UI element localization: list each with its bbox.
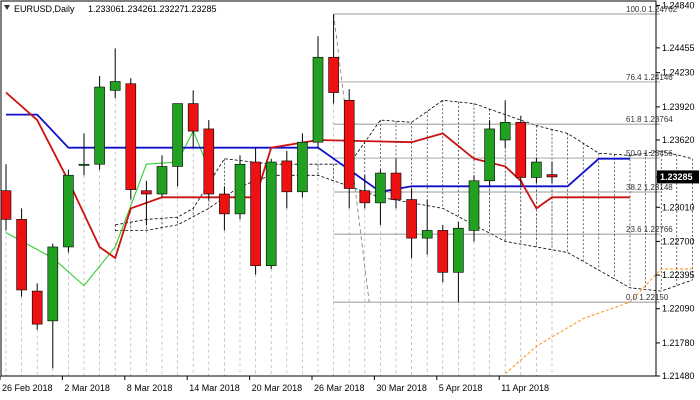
fib-level-label: 0.0 1.22150 xyxy=(626,293,669,302)
fib-level-label: 50.0 1.23456 xyxy=(626,149,673,158)
y-tick-label: 1.21780 xyxy=(662,338,695,348)
candle-body xyxy=(0,190,12,220)
candle-body xyxy=(109,81,121,91)
x-tick-label: 5 Apr 2018 xyxy=(439,383,483,393)
candle-body xyxy=(359,190,371,204)
candle-body xyxy=(31,290,43,325)
close-value: 1.23285 xyxy=(184,4,217,14)
candle-body xyxy=(390,172,402,200)
candle-body xyxy=(297,141,308,193)
candle-body xyxy=(453,227,464,273)
high-value: 1.23426 xyxy=(120,4,153,14)
symbol-label: EURUSD,Daily xyxy=(14,4,75,14)
candle-body xyxy=(437,230,449,273)
bull-candle xyxy=(63,169,74,253)
candle-body xyxy=(219,193,230,215)
bull-candle xyxy=(297,133,308,198)
fib-level-label: 23.6 1.22766 xyxy=(626,225,673,234)
x-tick-label: 2 Mar 2018 xyxy=(64,383,110,393)
candle-body xyxy=(343,99,355,189)
bear-candle xyxy=(16,208,27,297)
bull-candle xyxy=(265,158,277,270)
candle-body xyxy=(484,128,495,182)
low-value: 1.23227 xyxy=(152,4,185,14)
candle-body xyxy=(78,163,90,166)
bear-candle xyxy=(125,78,137,200)
y-tick-label: 1.23920 xyxy=(662,102,695,112)
bear-candle xyxy=(250,147,261,275)
candle-body xyxy=(172,103,183,167)
x-tick-label: 26 Mar 2018 xyxy=(314,383,365,393)
candle-body xyxy=(312,56,324,143)
y-tick-label: 1.22395 xyxy=(662,270,695,280)
candle-body xyxy=(250,161,261,267)
y-tick-label: 1.23620 xyxy=(662,135,695,145)
bull-candle xyxy=(484,120,495,187)
y-tick-label: 1.22700 xyxy=(662,236,695,246)
candle-body xyxy=(141,190,152,195)
price-tag-label: 1.23285 xyxy=(660,172,693,182)
y-tick-label: 1.21480 xyxy=(662,371,695,381)
fib-level-label: 38.2 1.23148 xyxy=(626,183,673,192)
candle-body xyxy=(499,122,511,141)
chart-header: EURUSD,Daily 1.23306 1.23426 1.23227 1.2… xyxy=(4,4,217,14)
chart-svg: 100.0 1.2476276.4 1.2414661.8 1.2376450.… xyxy=(0,0,700,400)
chart-background xyxy=(0,0,700,400)
candle-body xyxy=(187,103,199,132)
candle-body xyxy=(156,166,168,195)
x-tick-label: 14 Mar 2018 xyxy=(189,383,240,393)
bear-candle xyxy=(515,115,527,187)
y-tick-label: 1.23010 xyxy=(662,202,695,212)
candle-body xyxy=(328,56,339,93)
bull-candle xyxy=(94,76,105,170)
candle-body xyxy=(281,160,293,193)
candle-body xyxy=(203,128,215,195)
candle-body xyxy=(125,83,137,190)
open-value: 1.23306 xyxy=(88,4,121,14)
x-tick-label: 20 Mar 2018 xyxy=(252,383,303,393)
candle-body xyxy=(234,163,246,215)
x-tick-label: 8 Mar 2018 xyxy=(127,383,173,393)
candle-body xyxy=(63,174,74,248)
current-price-tag: 1.23285 xyxy=(657,170,699,184)
y-tick-label: 1.24840 xyxy=(662,0,695,10)
x-tick-label: 30 Mar 2018 xyxy=(376,383,427,393)
bull-candle xyxy=(234,155,246,220)
candle-body xyxy=(375,172,386,204)
bear-candle xyxy=(203,120,215,200)
candle-body xyxy=(468,180,480,231)
x-tick-label: 11 Apr 2018 xyxy=(501,383,549,393)
chart: 100.0 1.24762 76.4 1.24146 61.8 1.23764 50.… xyxy=(0,0,700,400)
candle-body xyxy=(546,174,558,178)
candle-body xyxy=(421,230,433,239)
y-tick-label: 1.24230 xyxy=(662,68,695,78)
y-tick-label: 1.24455 xyxy=(662,43,695,53)
x-tick-label: 26 Feb 2018 xyxy=(2,383,53,393)
y-tick-label: 1.22090 xyxy=(662,304,695,314)
candle-body xyxy=(265,161,277,267)
candle-body xyxy=(531,161,542,178)
fib-level-label: 61.8 1.23764 xyxy=(626,115,673,124)
candle-body xyxy=(16,219,27,291)
candle-body xyxy=(515,122,527,178)
candle-body xyxy=(406,199,417,239)
candle-body xyxy=(94,86,105,165)
candle-body xyxy=(47,246,59,322)
